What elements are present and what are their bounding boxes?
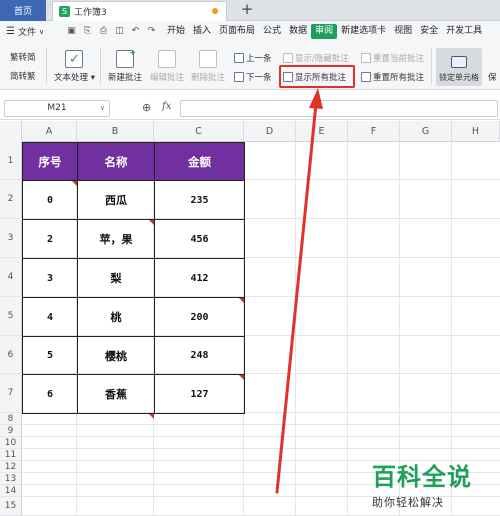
watermark-title: 百科全说: [372, 463, 472, 491]
arrow-head: [309, 88, 323, 109]
red-arrow: [275, 88, 323, 494]
arrow-shaft: [275, 102, 318, 494]
watermark-logo: 百科全说 助你轻松解决: [372, 457, 492, 510]
watermark-subtitle: 助你轻松解决: [372, 496, 444, 509]
